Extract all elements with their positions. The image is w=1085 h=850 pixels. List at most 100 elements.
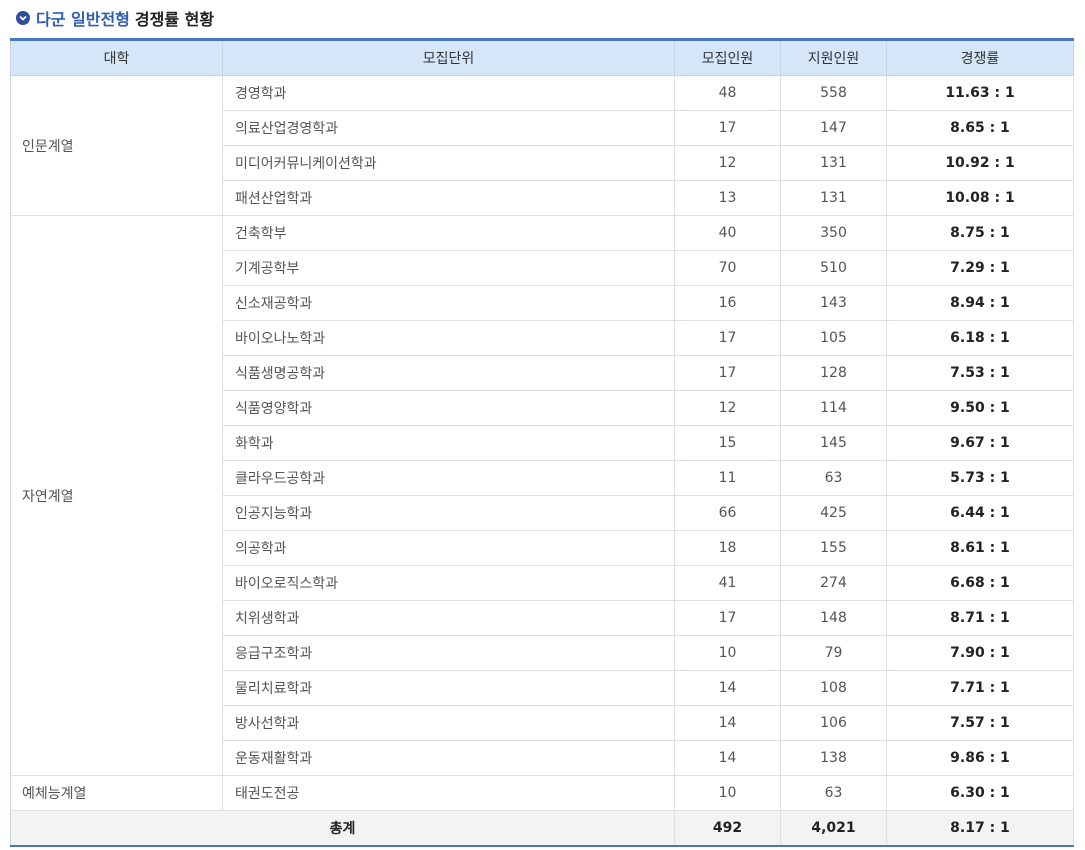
applicants-cell: 155 <box>780 530 887 566</box>
rate-cell: 6.30 : 1 <box>886 775 1074 811</box>
total-rate: 8.17 : 1 <box>886 810 1074 847</box>
unit-cell: 클라우드공학과 <box>222 460 675 496</box>
quota-cell: 17 <box>674 110 781 146</box>
rate-cell: 8.61 : 1 <box>886 530 1074 566</box>
unit-cell: 응급구조학과 <box>222 635 675 671</box>
rate-cell: 7.90 : 1 <box>886 635 1074 671</box>
title-rest: 경쟁률 현황 <box>134 10 215 29</box>
group-name: 예체능계열 <box>10 775 223 811</box>
rate-cell: 7.53 : 1 <box>886 355 1074 391</box>
quota-cell: 17 <box>674 600 781 636</box>
rate-cell: 9.86 : 1 <box>886 740 1074 776</box>
rate-cell: 7.57 : 1 <box>886 705 1074 741</box>
unit-cell: 경영학과 <box>222 75 675 111</box>
applicants-cell: 105 <box>780 320 887 356</box>
header-quota: 모집인원 <box>674 39 781 76</box>
quota-cell: 66 <box>674 495 781 531</box>
applicants-cell: 63 <box>780 775 887 811</box>
applicants-cell: 106 <box>780 705 887 741</box>
unit-cell: 화학과 <box>222 425 675 461</box>
rate-cell: 5.73 : 1 <box>886 460 1074 496</box>
applicants-cell: 79 <box>780 635 887 671</box>
quota-cell: 70 <box>674 250 781 286</box>
total-row: 총계 492 4,021 8.17 : 1 <box>10 810 1074 847</box>
quota-cell: 10 <box>674 775 781 811</box>
applicants-cell: 143 <box>780 285 887 321</box>
group-name: 자연계열 <box>10 215 223 776</box>
header-unit: 모집단위 <box>222 39 675 76</box>
applicants-cell: 114 <box>780 390 887 426</box>
unit-cell: 건축학부 <box>222 215 675 251</box>
table-row: 예체능계열 태권도전공 10 63 6.30 : 1 <box>10 775 1074 811</box>
table-body: 인문계열 경영학과 48 558 11.63 : 1 의료산업경영학과 17 147 8.65 … <box>10 75 1074 847</box>
applicants-cell: 138 <box>780 740 887 776</box>
rate-cell: 8.75 : 1 <box>886 215 1074 251</box>
rate-cell: 10.08 : 1 <box>886 180 1074 216</box>
rate-cell: 6.18 : 1 <box>886 320 1074 356</box>
unit-cell: 미디어커뮤니케이션학과 <box>222 145 675 181</box>
rate-cell: 7.29 : 1 <box>886 250 1074 286</box>
unit-cell: 태권도전공 <box>222 775 675 811</box>
applicants-cell: 425 <box>780 495 887 531</box>
quota-cell: 12 <box>674 145 781 181</box>
total-applicants: 4,021 <box>780 810 887 847</box>
quota-cell: 15 <box>674 425 781 461</box>
applicants-cell: 131 <box>780 180 887 216</box>
group-name: 인문계열 <box>10 75 223 216</box>
header-rate: 경쟁률 <box>886 39 1074 76</box>
rate-cell: 8.94 : 1 <box>886 285 1074 321</box>
rate-cell: 6.44 : 1 <box>886 495 1074 531</box>
unit-cell: 의공학과 <box>222 530 675 566</box>
unit-cell: 의료산업경영학과 <box>222 110 675 146</box>
rate-cell: 11.63 : 1 <box>886 75 1074 111</box>
unit-cell: 패션산업학과 <box>222 180 675 216</box>
applicants-cell: 148 <box>780 600 887 636</box>
unit-cell: 물리치료학과 <box>222 670 675 706</box>
quota-cell: 14 <box>674 740 781 776</box>
unit-cell: 기계공학부 <box>222 250 675 286</box>
rate-cell: 7.71 : 1 <box>886 670 1074 706</box>
quota-cell: 17 <box>674 355 781 391</box>
table-row: 인문계열 경영학과 48 558 11.63 : 1 <box>10 75 1074 216</box>
quota-cell: 40 <box>674 215 781 251</box>
rate-cell: 9.50 : 1 <box>886 390 1074 426</box>
quota-cell: 41 <box>674 565 781 601</box>
section-title: 다군 일반전형 경쟁률 현황 <box>16 6 214 30</box>
quota-cell: 18 <box>674 530 781 566</box>
check-circle-icon <box>16 11 30 25</box>
applicants-cell: 131 <box>780 145 887 181</box>
unit-cell: 바이오나노학과 <box>222 320 675 356</box>
rate-cell: 6.68 : 1 <box>886 565 1074 601</box>
rate-cell: 10.92 : 1 <box>886 145 1074 181</box>
rate-cell: 8.65 : 1 <box>886 110 1074 146</box>
unit-cell: 신소재공학과 <box>222 285 675 321</box>
unit-cell: 운동재활학과 <box>222 740 675 776</box>
unit-cell: 방사선학과 <box>222 705 675 741</box>
table-row: 자연계열 건축학부 40 350 8.75 : 1 <box>10 215 1074 776</box>
applicants-cell: 145 <box>780 425 887 461</box>
unit-cell: 식품영양학과 <box>222 390 675 426</box>
applicants-cell: 147 <box>780 110 887 146</box>
quota-cell: 13 <box>674 180 781 216</box>
applicants-cell: 350 <box>780 215 887 251</box>
applicants-cell: 274 <box>780 565 887 601</box>
table-header-row: 대학 모집단위 모집인원 지원인원 경쟁률 <box>10 39 1074 76</box>
quota-cell: 17 <box>674 320 781 356</box>
applicants-cell: 558 <box>780 75 887 111</box>
title-highlight: 다군 일반전형 <box>36 10 130 29</box>
quota-cell: 48 <box>674 75 781 111</box>
total-label: 총계 <box>10 810 675 847</box>
unit-cell: 치위생학과 <box>222 600 675 636</box>
competition-table-wrapper: 대학 모집단위 모집인원 지원인원 경쟁률 인문계열 경영학과 48 558 11.63… <box>10 38 1074 847</box>
quota-cell: 12 <box>674 390 781 426</box>
quota-cell: 10 <box>674 635 781 671</box>
applicants-cell: 63 <box>780 460 887 496</box>
quota-cell: 14 <box>674 670 781 706</box>
applicants-cell: 128 <box>780 355 887 391</box>
rate-cell: 8.71 : 1 <box>886 600 1074 636</box>
rate-cell: 9.67 : 1 <box>886 425 1074 461</box>
total-quota: 492 <box>674 810 781 847</box>
unit-cell: 식품생명공학과 <box>222 355 675 391</box>
quota-cell: 11 <box>674 460 781 496</box>
applicants-cell: 108 <box>780 670 887 706</box>
